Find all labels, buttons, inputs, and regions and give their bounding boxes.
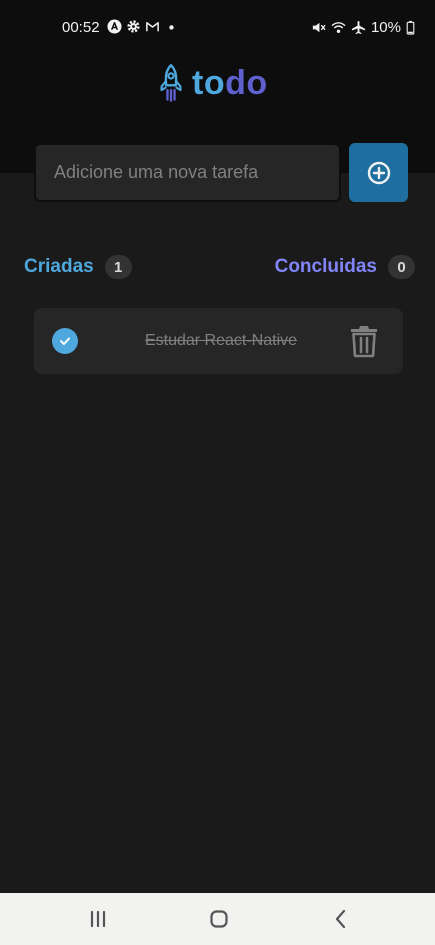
- status-system-icons: 10%: [311, 19, 415, 36]
- status-time: 00:52: [62, 19, 100, 36]
- created-counter: Criadas 1: [24, 255, 132, 279]
- task-text: Estudar React-Native: [144, 332, 298, 349]
- app-notification-icon: [107, 19, 122, 34]
- task-checkbox[interactable]: [52, 328, 78, 354]
- back-icon: [328, 906, 354, 932]
- status-notification-icons: [107, 19, 179, 34]
- delete-task-button[interactable]: [349, 324, 379, 358]
- check-icon: [58, 334, 72, 348]
- plus-circle-icon: [366, 160, 392, 186]
- trash-icon: [349, 324, 379, 358]
- battery-level: 10%: [370, 19, 401, 36]
- new-task-placeholder: Adicione uma nova tarefa: [54, 162, 259, 182]
- done-counter: Concluidas 0: [275, 255, 415, 279]
- android-nav-bar: [0, 893, 435, 945]
- mute-icon: [311, 20, 326, 35]
- battery-icon: [406, 20, 415, 35]
- rocket-icon: [158, 64, 184, 102]
- task-item: Estudar React-Native: [34, 308, 403, 374]
- logo-text: todo: [192, 64, 268, 102]
- back-button[interactable]: [328, 906, 354, 932]
- done-count-badge: 0: [388, 255, 415, 279]
- created-count-badge: 1: [104, 255, 132, 279]
- gear-icon: [126, 19, 141, 34]
- task-counters: Criadas 1 Concluidas 0: [24, 255, 415, 281]
- recents-button[interactable]: [85, 906, 111, 932]
- created-label: Criadas: [24, 256, 94, 277]
- dot-icon: [164, 19, 179, 34]
- wifi-icon: [331, 20, 346, 35]
- home-icon: [206, 906, 232, 932]
- airplane-icon: [351, 20, 366, 35]
- recents-icon: [85, 906, 111, 932]
- new-task-input[interactable]: Adicione uma nova tarefa: [34, 143, 341, 202]
- add-task-button[interactable]: [349, 143, 408, 202]
- gmail-icon: [145, 19, 160, 34]
- done-label: Concluidas: [274, 256, 377, 277]
- home-button[interactable]: [206, 906, 232, 932]
- status-bar: 00:52 10%: [0, 0, 435, 56]
- app-logo: todo: [158, 64, 268, 102]
